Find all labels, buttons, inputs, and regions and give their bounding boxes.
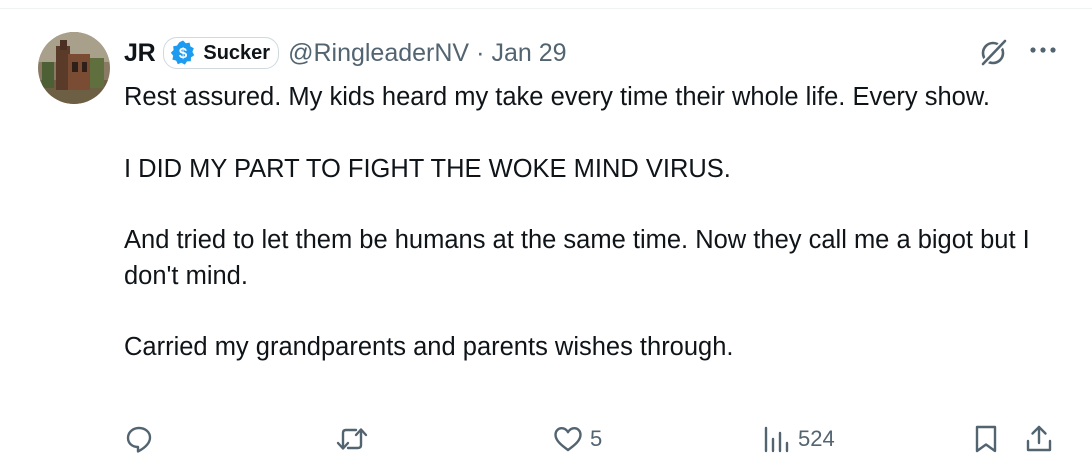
grok-icon[interactable] — [978, 36, 1010, 68]
tweet-text: Rest assured. My kids heard my take ever… — [124, 80, 1064, 366]
dollar-badge-icon: $ — [169, 39, 197, 67]
retweet-button[interactable] — [334, 424, 376, 454]
views-count: 524 — [798, 426, 835, 451]
header-separator: · — [476, 38, 485, 67]
author-handle[interactable]: @RingleaderNV — [288, 39, 469, 68]
action-bar: 5 524 — [0, 420, 1092, 464]
tweet-paragraph: Carried my grandparents and parents wish… — [124, 333, 734, 361]
share-button[interactable] — [1024, 424, 1054, 454]
tweet-header: JR $ Sucker @RingleaderNV · Jan 29 — [124, 34, 567, 72]
svg-text:$: $ — [179, 45, 188, 62]
retweet-icon — [334, 424, 370, 454]
like-count: 5 — [590, 426, 603, 451]
heart-icon — [552, 424, 584, 454]
share-icon — [1024, 424, 1054, 454]
avatar[interactable] — [38, 32, 110, 104]
avatar-image — [38, 32, 110, 104]
bookmark-button[interactable] — [972, 424, 1000, 454]
views-button[interactable]: 524 — [762, 424, 835, 454]
tweet-paragraph: Rest assured. My kids heard my take ever… — [124, 83, 990, 111]
like-button[interactable]: 5 — [552, 424, 602, 454]
subscription-badge[interactable]: $ Sucker — [163, 37, 280, 69]
tweet-paragraph: I DID MY PART TO FIGHT THE WOKE MIND VIR… — [124, 154, 731, 183]
tweet[interactable]: JR $ Sucker @RingleaderNV · Jan 29 Rest … — [0, 0, 1092, 474]
tweet-paragraph: And tried to let them be humans at the s… — [124, 226, 1030, 290]
badge-label: Sucker — [203, 41, 271, 64]
reply-icon — [124, 424, 154, 454]
reply-button[interactable] — [124, 424, 160, 454]
views-icon — [762, 424, 792, 454]
bookmark-icon — [972, 424, 1000, 454]
more-icon[interactable] — [1026, 40, 1060, 60]
author-name[interactable]: JR — [124, 39, 156, 68]
tweet-date[interactable]: Jan 29 — [491, 39, 566, 68]
